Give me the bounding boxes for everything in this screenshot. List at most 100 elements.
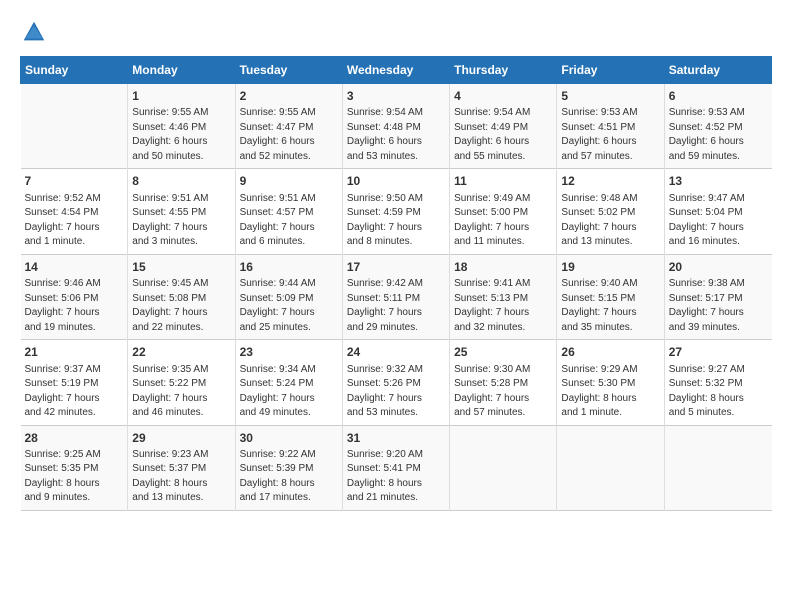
day-info: Sunset: 4:54 PM [25,206,124,221]
day-info: Sunrise: 9:45 AM [132,277,230,292]
day-info: Daylight: 7 hours [669,221,768,236]
day-info: and 35 minutes. [561,321,659,336]
day-info: Daylight: 7 hours [561,306,659,321]
logo [20,18,52,46]
day-info: Sunrise: 9:27 AM [669,363,768,378]
day-info: Sunset: 5:26 PM [347,377,445,392]
calendar-cell: 16Sunrise: 9:44 AMSunset: 5:09 PMDayligh… [235,254,342,339]
calendar-table: SundayMondayTuesdayWednesdayThursdayFrid… [20,56,772,511]
calendar-cell: 6Sunrise: 9:53 AMSunset: 4:52 PMDaylight… [664,84,771,169]
calendar-cell: 30Sunrise: 9:22 AMSunset: 5:39 PMDayligh… [235,425,342,510]
day-info: Sunrise: 9:37 AM [25,363,124,378]
header-day: Sunday [21,57,128,84]
day-info: Sunset: 5:39 PM [240,462,338,477]
day-info: and 53 minutes. [347,406,445,421]
day-info: and 42 minutes. [25,406,124,421]
day-number: 22 [132,344,230,361]
day-number: 1 [132,88,230,105]
day-info: Sunset: 5:00 PM [454,206,552,221]
calendar-week-row: 14Sunrise: 9:46 AMSunset: 5:06 PMDayligh… [21,254,772,339]
day-info: Daylight: 8 hours [240,477,338,492]
calendar-week-row: 21Sunrise: 9:37 AMSunset: 5:19 PMDayligh… [21,340,772,425]
day-number: 23 [240,344,338,361]
calendar-body: 1Sunrise: 9:55 AMSunset: 4:46 PMDaylight… [21,84,772,511]
calendar-cell: 14Sunrise: 9:46 AMSunset: 5:06 PMDayligh… [21,254,128,339]
day-info: Sunset: 4:48 PM [347,121,445,136]
calendar-cell: 4Sunrise: 9:54 AMSunset: 4:49 PMDaylight… [450,84,557,169]
day-number: 20 [669,259,768,276]
day-number: 7 [25,173,124,190]
day-info: and 3 minutes. [132,235,230,250]
day-info: Sunset: 5:06 PM [25,292,124,307]
calendar-cell: 11Sunrise: 9:49 AMSunset: 5:00 PMDayligh… [450,169,557,254]
day-info: and 1 minute. [25,235,124,250]
calendar-cell: 23Sunrise: 9:34 AMSunset: 5:24 PMDayligh… [235,340,342,425]
day-info: and 13 minutes. [132,491,230,506]
day-info: Sunset: 5:08 PM [132,292,230,307]
calendar-cell: 17Sunrise: 9:42 AMSunset: 5:11 PMDayligh… [342,254,449,339]
calendar-week-row: 7Sunrise: 9:52 AMSunset: 4:54 PMDaylight… [21,169,772,254]
day-info: Sunset: 5:13 PM [454,292,552,307]
day-number: 17 [347,259,445,276]
day-info: Sunset: 5:11 PM [347,292,445,307]
day-info: Sunrise: 9:20 AM [347,448,445,463]
day-info: Sunset: 4:47 PM [240,121,338,136]
day-info: and 46 minutes. [132,406,230,421]
day-number: 6 [669,88,768,105]
day-number: 28 [25,430,124,447]
day-info: Sunrise: 9:53 AM [669,106,768,121]
day-number: 8 [132,173,230,190]
day-number: 13 [669,173,768,190]
day-info: and 50 minutes. [132,150,230,165]
day-info: Sunrise: 9:52 AM [25,192,124,207]
day-info: Sunset: 5:30 PM [561,377,659,392]
day-info: Sunset: 4:55 PM [132,206,230,221]
day-info: Sunrise: 9:55 AM [132,106,230,121]
day-info: and 17 minutes. [240,491,338,506]
day-info: and 25 minutes. [240,321,338,336]
day-info: Daylight: 7 hours [454,221,552,236]
day-number: 27 [669,344,768,361]
calendar-cell: 2Sunrise: 9:55 AMSunset: 4:47 PMDaylight… [235,84,342,169]
day-info: Sunrise: 9:23 AM [132,448,230,463]
day-number: 15 [132,259,230,276]
day-info: and 1 minute. [561,406,659,421]
day-number: 2 [240,88,338,105]
calendar-cell: 3Sunrise: 9:54 AMSunset: 4:48 PMDaylight… [342,84,449,169]
calendar-cell: 31Sunrise: 9:20 AMSunset: 5:41 PMDayligh… [342,425,449,510]
calendar-cell: 24Sunrise: 9:32 AMSunset: 5:26 PMDayligh… [342,340,449,425]
day-info: Sunrise: 9:40 AM [561,277,659,292]
day-info: Sunset: 4:46 PM [132,121,230,136]
day-info: Daylight: 7 hours [240,392,338,407]
day-info: Sunrise: 9:35 AM [132,363,230,378]
logo-icon [20,18,48,46]
calendar-cell: 19Sunrise: 9:40 AMSunset: 5:15 PMDayligh… [557,254,664,339]
day-info: Sunset: 4:49 PM [454,121,552,136]
day-info: and 59 minutes. [669,150,768,165]
day-info: Sunset: 5:37 PM [132,462,230,477]
header-day: Friday [557,57,664,84]
day-info: Daylight: 7 hours [347,221,445,236]
day-info: Sunset: 4:59 PM [347,206,445,221]
calendar-cell: 28Sunrise: 9:25 AMSunset: 5:35 PMDayligh… [21,425,128,510]
calendar-header: SundayMondayTuesdayWednesdayThursdayFrid… [21,57,772,84]
day-info: Daylight: 7 hours [25,221,124,236]
day-number: 16 [240,259,338,276]
day-info: Daylight: 7 hours [25,306,124,321]
day-info: and 21 minutes. [347,491,445,506]
calendar-cell: 10Sunrise: 9:50 AMSunset: 4:59 PMDayligh… [342,169,449,254]
day-number: 19 [561,259,659,276]
day-info: and 52 minutes. [240,150,338,165]
day-info: Daylight: 6 hours [240,135,338,150]
day-info: Sunrise: 9:55 AM [240,106,338,121]
calendar-cell: 20Sunrise: 9:38 AMSunset: 5:17 PMDayligh… [664,254,771,339]
day-info: Sunset: 5:28 PM [454,377,552,392]
day-info: Daylight: 6 hours [561,135,659,150]
day-info: and 55 minutes. [454,150,552,165]
day-info: Daylight: 8 hours [669,392,768,407]
day-info: and 9 minutes. [25,491,124,506]
calendar-cell: 13Sunrise: 9:47 AMSunset: 5:04 PMDayligh… [664,169,771,254]
header [20,18,772,46]
day-info: Sunrise: 9:47 AM [669,192,768,207]
day-info: Sunrise: 9:34 AM [240,363,338,378]
